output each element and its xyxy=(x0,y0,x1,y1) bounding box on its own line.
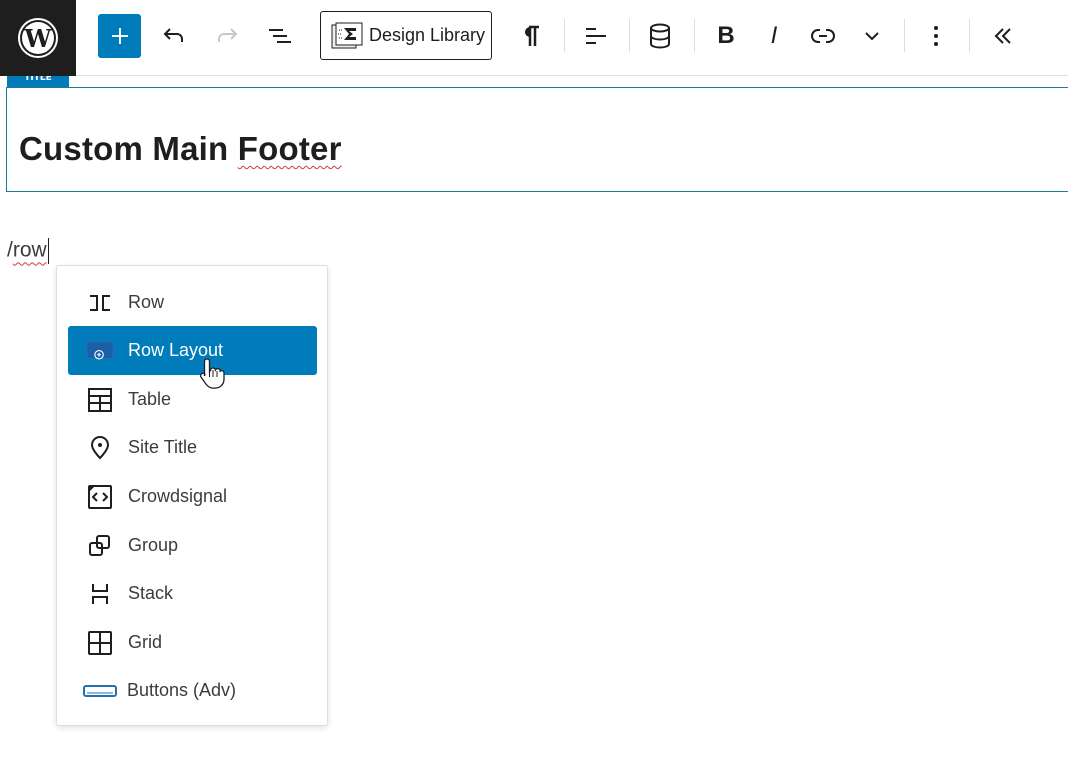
align-left-icon xyxy=(586,28,606,44)
post-title[interactable]: Custom Main Footer xyxy=(19,130,342,168)
toolbar-separator xyxy=(969,19,970,52)
options-button[interactable] xyxy=(914,14,958,58)
inserter-item-label: Crowdsignal xyxy=(128,486,228,506)
list-view-icon xyxy=(269,29,291,43)
align-text-button[interactable] xyxy=(574,14,618,58)
inserter-item-buttons-adv[interactable]: Buttons (Adv) xyxy=(68,666,317,715)
more-formatting-button[interactable] xyxy=(850,14,894,58)
inserter-item-site-title[interactable]: Site Title xyxy=(68,423,317,472)
redo-icon xyxy=(218,28,238,42)
plus-icon xyxy=(111,28,128,44)
toolbar-separator xyxy=(694,19,695,52)
bold-button[interactable]: B xyxy=(704,14,748,58)
editor-toolbar: W Design Library B I xyxy=(0,0,1068,76)
inserter-item-crowdsignal[interactable]: Crowdsignal xyxy=(68,472,317,521)
inserter-item-label: Grid xyxy=(128,632,163,652)
list-view-button[interactable] xyxy=(258,14,302,58)
text-caret xyxy=(47,238,49,264)
chevrons-left-icon xyxy=(994,28,1011,44)
post-title-block[interactable]: Custom Main Footer xyxy=(6,87,1068,192)
title-misspelled-word: Footer xyxy=(237,130,342,167)
title-text-part: Custom Main xyxy=(19,130,238,167)
row-icon xyxy=(90,294,110,311)
wordpress-icon: W xyxy=(18,18,58,58)
undo-button[interactable] xyxy=(152,14,196,58)
paragraph-slash-command[interactable]: /row xyxy=(7,238,49,264)
design-library-label: Design Library xyxy=(369,25,486,45)
paragraph-button[interactable] xyxy=(509,14,553,58)
database-icon xyxy=(650,23,670,49)
add-block-button[interactable] xyxy=(98,14,141,58)
map-marker-icon xyxy=(90,435,110,459)
table-icon xyxy=(88,387,112,412)
block-bindings-button[interactable] xyxy=(638,14,682,58)
link-button[interactable] xyxy=(801,14,845,58)
kadence-design-library-icon xyxy=(331,22,363,48)
inserter-item-stack[interactable]: Stack xyxy=(68,569,317,618)
hand-pointer-cursor-icon xyxy=(198,357,226,395)
block-inserter-autocomplete: Row Row Layout Table Site Title Crowdsig… xyxy=(56,265,328,726)
undo-icon xyxy=(163,28,183,42)
link-icon xyxy=(811,29,835,43)
toolbar-separator xyxy=(564,19,565,52)
title-block-tag: TITLE xyxy=(7,76,69,87)
inserter-item-table[interactable]: Table xyxy=(68,375,317,424)
inserter-item-label: Buttons (Adv) xyxy=(127,680,237,700)
inserter-item-group[interactable]: Group xyxy=(68,521,317,570)
stack-icon xyxy=(92,583,108,604)
toolbar-separator xyxy=(904,19,905,52)
inserter-item-label: Site Title xyxy=(128,437,198,457)
grid-icon xyxy=(88,630,112,655)
inserter-item-label: Group xyxy=(128,535,179,555)
italic-button[interactable]: I xyxy=(752,14,796,58)
wordpress-logo-button[interactable]: W xyxy=(0,0,76,76)
toolbar-separator xyxy=(629,19,630,52)
crowdsignal-icon xyxy=(88,484,112,509)
more-vertical-icon xyxy=(934,26,938,46)
inserter-item-row-layout[interactable]: Row Layout xyxy=(68,326,317,375)
inserter-item-label: Stack xyxy=(128,583,174,603)
inserter-item-grid[interactable]: Grid xyxy=(68,618,317,667)
svg-text:W: W xyxy=(24,24,53,53)
row-layout-icon xyxy=(86,340,114,359)
chevron-down-icon xyxy=(865,32,879,41)
design-library-button[interactable]: Design Library xyxy=(320,11,492,60)
collapse-toolbar-button[interactable] xyxy=(981,14,1025,58)
buttons-adv-icon xyxy=(83,684,117,697)
slash-query: row xyxy=(12,238,47,262)
inserter-item-label: Row xyxy=(128,292,165,312)
redo-button[interactable] xyxy=(205,14,249,58)
group-icon xyxy=(89,534,110,556)
paragraph-icon xyxy=(525,25,539,46)
inserter-item-row[interactable]: Row xyxy=(68,278,317,327)
inserter-item-label: Table xyxy=(128,389,172,409)
